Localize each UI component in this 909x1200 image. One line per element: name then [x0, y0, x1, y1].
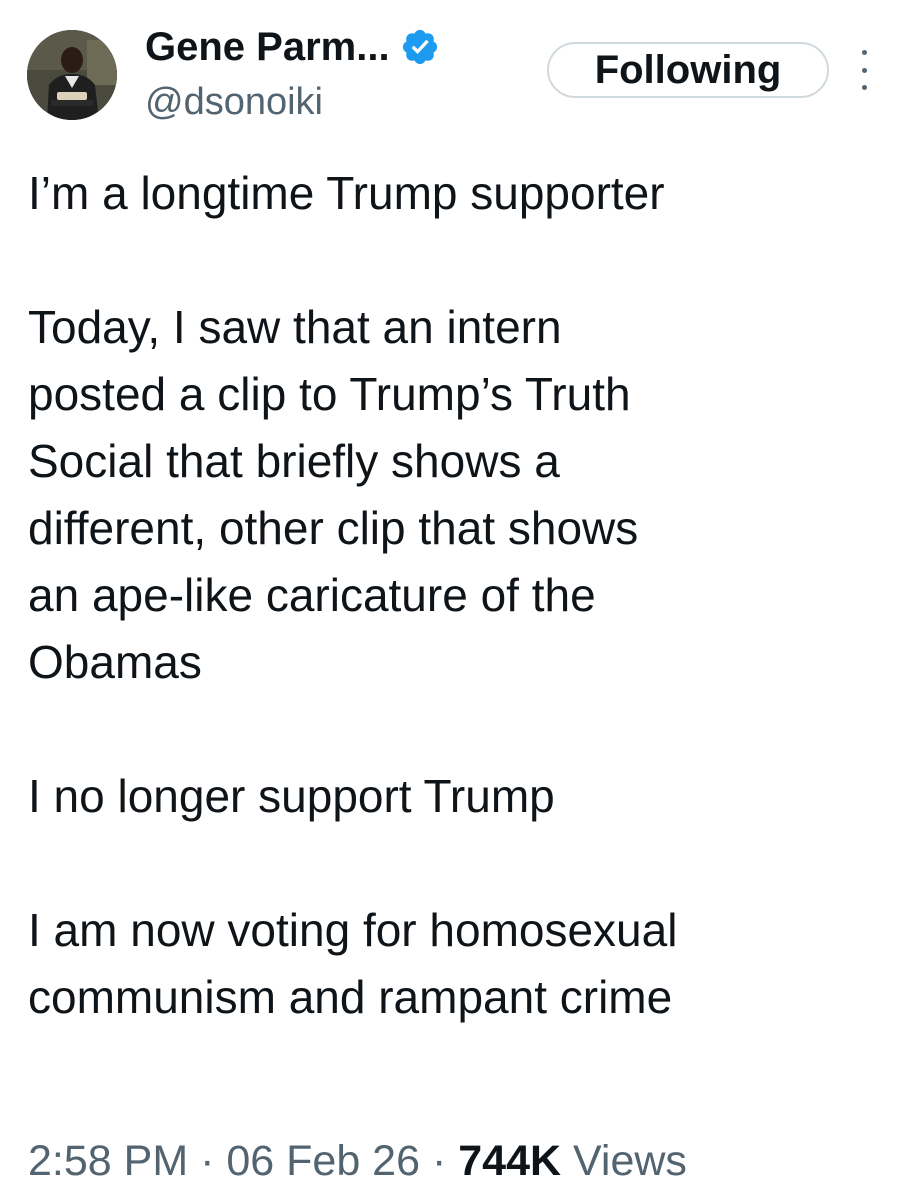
tweet-paragraph: I am now voting for homosexual communism…	[28, 904, 678, 1023]
meta-separator: ·	[420, 1137, 459, 1185]
display-name-row[interactable]: Gene Parm...	[145, 22, 440, 72]
avatar-photo	[27, 30, 117, 120]
more-dot	[861, 85, 867, 90]
tweet-time[interactable]: 2:58 PM	[28, 1137, 188, 1185]
more-dot	[861, 67, 867, 73]
tweet-paragraph: I no longer support Trump	[28, 770, 555, 822]
tweet-meta: 2:58 PM · 06 Feb 26 · 744K Views	[28, 1133, 687, 1189]
verified-badge-icon	[400, 27, 440, 67]
views-count[interactable]: 744K	[458, 1137, 561, 1185]
tweet-text: I’m a longtime Trump supporter Today, I …	[28, 160, 888, 1031]
user-handle[interactable]: @dsonoiki	[145, 78, 323, 126]
avatar[interactable]	[27, 30, 117, 120]
tweet-paragraph: I’m a longtime Trump supporter	[28, 167, 665, 219]
tweet: Gene Parm... @dsonoiki Following I’m a l…	[0, 0, 909, 1200]
tweet-paragraph: Today, I saw that an intern posted a cli…	[28, 301, 639, 688]
views-label: Views	[572, 1137, 687, 1185]
following-button[interactable]: Following	[547, 42, 829, 98]
more-dot	[861, 50, 867, 55]
more-options-icon[interactable]	[852, 50, 876, 90]
tweet-date[interactable]: 06 Feb 26	[226, 1137, 420, 1185]
display-name[interactable]: Gene Parm...	[145, 22, 390, 72]
meta-separator: ·	[188, 1137, 227, 1185]
